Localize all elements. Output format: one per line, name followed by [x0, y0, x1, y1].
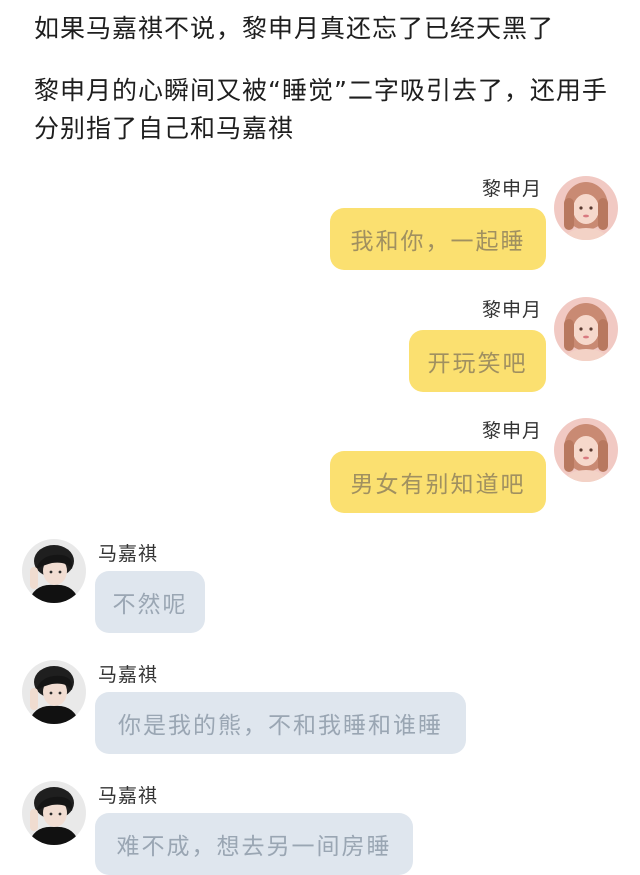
boy-avatar-icon[interactable] [22, 539, 86, 603]
message-bubble[interactable]: 我和你，一起睡 [330, 208, 546, 270]
sender-name: 黎申月 [481, 420, 542, 442]
narration-line-2: 黎申月的心瞬间又被“睡觉”二字吸引去了，还用手分别指了自己和马嘉祺 [34, 76, 608, 143]
boy-avatar-icon[interactable] [22, 781, 86, 845]
message-bubble[interactable]: 你是我的熊，不和我睡和谁睡 [95, 692, 466, 754]
sender-name: 马嘉祺 [98, 664, 159, 686]
sender-name: 马嘉祺 [98, 785, 159, 807]
sender-name: 马嘉祺 [98, 543, 159, 565]
girl-avatar-icon[interactable] [554, 176, 618, 240]
boy-avatar-icon[interactable] [22, 660, 86, 724]
narration-line-1: 如果马嘉祺不说，黎申月真还忘了已经天黑了 [34, 14, 555, 43]
message-bubble[interactable]: 男女有别知道吧 [330, 451, 546, 513]
message-bubble[interactable]: 难不成，想去另一间房睡 [95, 813, 413, 875]
sender-name: 黎申月 [481, 178, 542, 200]
sender-name: 黎申月 [481, 299, 542, 321]
message-bubble[interactable]: 开玩笑吧 [409, 330, 546, 392]
girl-avatar-icon[interactable] [554, 418, 618, 482]
girl-avatar-icon[interactable] [554, 297, 618, 361]
message-bubble[interactable]: 不然呢 [95, 571, 205, 633]
